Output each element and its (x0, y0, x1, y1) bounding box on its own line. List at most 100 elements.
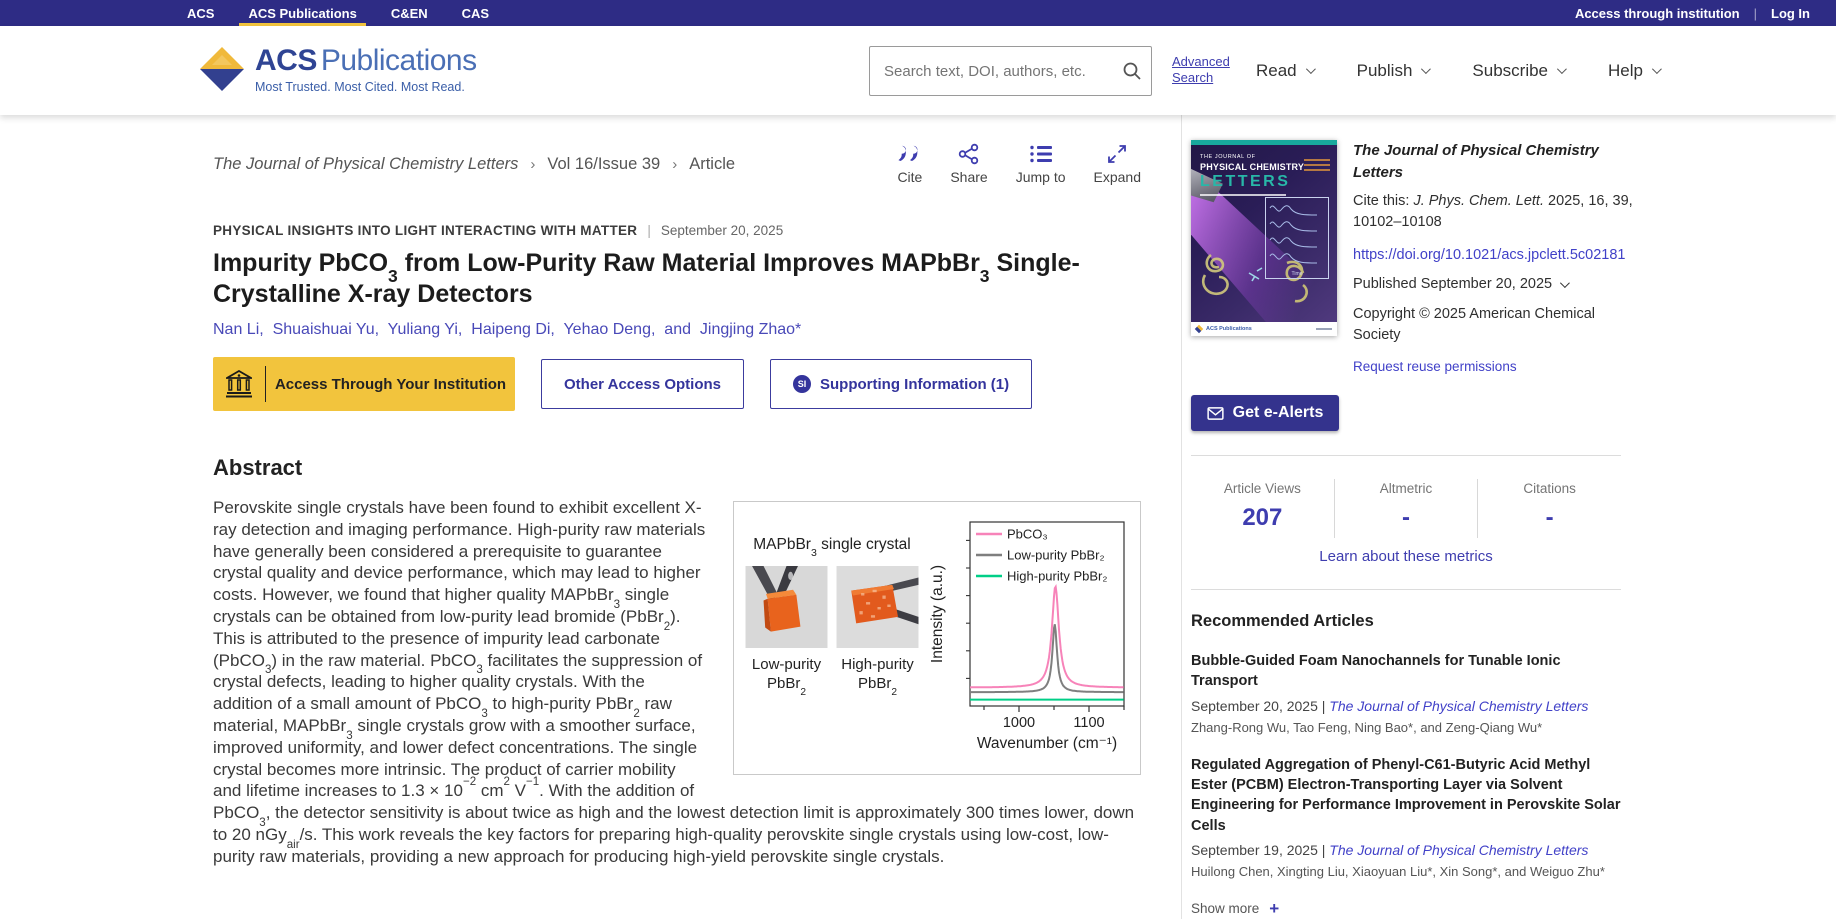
high-purity-caption: High-purity PbBr2 (835, 656, 920, 694)
low-purity-caption: Low-purity PbBr2 (744, 656, 829, 694)
metric-article-views: Article Views 207 (1191, 479, 1334, 538)
cover-inset-x-label: Time (1266, 271, 1328, 277)
sidebar-divider (1191, 455, 1621, 456)
acs-diamond-logo-icon (199, 46, 245, 92)
cite-button[interactable]: Cite (897, 143, 922, 185)
breadcrumb-article: Article (689, 155, 735, 174)
topbar-link-cen[interactable]: C&EN (374, 0, 445, 26)
top-brand-bar: ACS ACS Publications C&EN CAS Access thr… (0, 0, 1836, 26)
si-badge-icon: SI (793, 375, 811, 393)
chevron-down-icon (1557, 64, 1567, 74)
chart-y-axis-label: Intensity (a.u.) (929, 565, 946, 663)
abstract-graphic-figure[interactable]: MAPbBr3 single crystal (733, 501, 1141, 775)
cover-teal-band (1191, 140, 1337, 145)
cite-quote-icon (898, 143, 922, 165)
figure-crystal-label: MAPbBr3 single crystal (753, 536, 910, 554)
article-sidebar: THE JOURNAL OF PHYSICAL CHEMISTRY LETTER… (1181, 115, 1836, 919)
nav-subscribe[interactable]: Subscribe (1472, 61, 1564, 81)
envelope-icon (1207, 407, 1224, 420)
cover-issue-info (1304, 159, 1330, 171)
journal-cover-thumbnail[interactable]: THE JOURNAL OF PHYSICAL CHEMISTRY LETTER… (1191, 140, 1337, 336)
topbar-link-cas[interactable]: CAS (445, 0, 506, 26)
expand-button[interactable]: Expand (1094, 143, 1141, 185)
recommended-article: Regulated Aggregation of Phenyl-C61-Buty… (1191, 755, 1627, 879)
recommended-article-journal-link[interactable]: The Journal of Physical Chemistry Letter… (1329, 698, 1588, 714)
site-header: ACSPublications Most Trusted. Most Cited… (0, 26, 1836, 115)
request-reuse-permissions-link[interactable]: Request reuse permissions (1353, 357, 1641, 377)
other-access-options-button[interactable]: Other Access Options (541, 359, 744, 409)
search-icon (1122, 61, 1142, 81)
high-purity-crystal-photo (835, 566, 920, 648)
published-history-chevron-icon[interactable] (1560, 278, 1570, 288)
logo-publications-text: Publications (321, 44, 477, 77)
recommended-article-title[interactable]: Bubble-Guided Foam Nanochannels for Tuna… (1191, 651, 1627, 692)
breadcrumb-issue-link[interactable]: Vol 16/Issue 39 (547, 155, 660, 174)
author-list[interactable]: Nan Li, Shuaishuai Yu, Yuliang Yi, Haipe… (213, 321, 1141, 339)
abstract-heading: Abstract (213, 455, 1141, 481)
recommended-articles-heading: Recommended Articles (1191, 612, 1836, 631)
access-through-institution-link[interactable]: Access through institution (1575, 6, 1740, 21)
show-more-button[interactable]: Show more + (1191, 899, 1836, 919)
recommended-article: Bubble-Guided Foam Nanochannels for Tuna… (1191, 651, 1627, 735)
article-metrics: Article Views 207 Altmetric - Citations … (1191, 479, 1621, 538)
abstract-section: MAPbBr3 single crystal (213, 497, 1141, 868)
svg-text:1000: 1000 (1003, 715, 1035, 731)
recommended-article-authors: Zhang-Rong Wu, Tao Feng, Ning Bao*, and … (1191, 720, 1627, 735)
doi-link[interactable]: https://doi.org/10.1021/acs.jpclett.5c02… (1353, 245, 1641, 266)
topbar-divider: | (1754, 6, 1757, 21)
breadcrumb: The Journal of Physical Chemistry Letter… (213, 143, 735, 174)
search-input[interactable] (870, 63, 1113, 80)
journal-title[interactable]: The Journal of Physical Chemistry Letter… (1353, 140, 1641, 184)
metric-altmetric: Altmetric - (1334, 479, 1478, 538)
svg-text:PbCO₃: PbCO₃ (1007, 527, 1048, 542)
article-title: Impurity PbCO3 from Low-Purity Raw Mater… (213, 248, 1141, 309)
cover-subtitle-bar (1200, 194, 1286, 196)
metric-citations: Citations - (1477, 479, 1621, 538)
share-icon (958, 143, 980, 165)
cover-footer: ACS Publications (1191, 322, 1337, 336)
breadcrumb-separator: › (530, 156, 535, 173)
supporting-information-button[interactable]: SI Supporting Information (1) (770, 359, 1032, 409)
learn-about-metrics-link[interactable]: Learn about these metrics (1191, 548, 1621, 565)
article-category[interactable]: PHYSICAL INSIGHTS INTO LIGHT INTERACTING… (213, 223, 637, 238)
breadcrumb-journal-link[interactable]: The Journal of Physical Chemistry Letter… (213, 155, 518, 174)
sidebar-divider (1191, 589, 1621, 590)
low-purity-crystal-photo (744, 566, 829, 648)
breadcrumb-separator: › (672, 156, 677, 173)
copyright-notice: Copyright © 2025 American Chemical Socie… (1353, 304, 1641, 346)
search-box (869, 46, 1152, 96)
chevron-down-icon (1306, 64, 1316, 74)
recommended-article-title[interactable]: Regulated Aggregation of Phenyl-C61-Buty… (1191, 755, 1627, 836)
search-button[interactable] (1113, 61, 1151, 81)
logo-acs-text: ACS (255, 44, 317, 77)
logo-tagline: Most Trusted. Most Cited. Most Read. (255, 81, 477, 94)
recommended-article-date: September 20, 2025 (1191, 698, 1318, 714)
share-button[interactable]: Share (950, 143, 987, 185)
publication-date: September 20, 2025 (661, 223, 783, 238)
chevron-down-icon (1421, 64, 1431, 74)
recommended-article-date: September 19, 2025 (1191, 842, 1318, 858)
svg-text:Low-purity PbBr₂: Low-purity PbBr₂ (1007, 548, 1105, 563)
jump-to-button[interactable]: Jump to (1016, 143, 1066, 185)
advanced-search-link[interactable]: Advanced Search (1172, 54, 1248, 87)
topbar-link-acs[interactable]: ACS (170, 0, 231, 26)
nav-read[interactable]: Read (1256, 61, 1313, 81)
chevron-down-icon (1652, 64, 1662, 74)
cover-title-line1: THE JOURNAL OF (1200, 154, 1256, 160)
cover-title-line3: LETTERS (1200, 173, 1290, 191)
get-e-alerts-button[interactable]: Get e-Alerts (1191, 395, 1339, 431)
recommended-article-authors: Huilong Chen, Xingting Liu, Xiaoyuan Liu… (1191, 864, 1627, 879)
primary-nav: Read Publish Subscribe Help (1256, 26, 1659, 115)
recommended-article-journal-link[interactable]: The Journal of Physical Chemistry Letter… (1329, 842, 1588, 858)
published-date: Published September 20, 2025 (1353, 274, 1552, 295)
login-link[interactable]: Log In (1771, 6, 1810, 21)
acs-publications-logo[interactable]: ACSPublications Most Trusted. Most Cited… (199, 46, 477, 94)
svg-text:1100: 1100 (1073, 715, 1104, 731)
topbar-link-acs-publications[interactable]: ACS Publications (231, 0, 373, 26)
article-main-column: The Journal of Physical Chemistry Letter… (0, 115, 1181, 919)
ftir-spectrum-chart: 10001100 PbCO₃Low-purity PbBr₂High-purit… (926, 514, 1131, 762)
access-through-institution-button[interactable]: Access Through Your Institution (213, 357, 515, 411)
nav-help[interactable]: Help (1608, 61, 1659, 81)
chart-x-axis-label: Wavenumber (cm⁻¹) (977, 735, 1117, 752)
nav-publish[interactable]: Publish (1357, 61, 1429, 81)
